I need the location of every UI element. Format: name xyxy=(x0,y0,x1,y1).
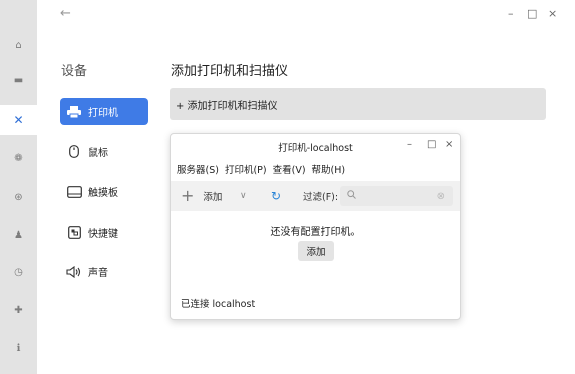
nav-item-printer[interactable]: 打印机 xyxy=(60,98,148,125)
back-icon[interactable]: ← xyxy=(60,6,71,21)
toolbar-add-button[interactable]: + 添加 xyxy=(181,188,222,204)
touchpad-icon xyxy=(66,185,82,199)
dialog-minimize-icon[interactable]: – xyxy=(407,139,412,150)
page-title: 添加打印机和扫描仪 xyxy=(171,64,289,79)
nav-item-label: 打印机 xyxy=(88,108,118,119)
printer-icon xyxy=(66,105,82,119)
filter-input[interactable]: ⊗ xyxy=(340,186,453,206)
datetime-icon[interactable]: ◷ xyxy=(0,262,37,282)
minimize-icon[interactable]: – xyxy=(508,7,514,20)
nav-item-touchpad[interactable]: 触摸板 xyxy=(60,178,148,205)
connection-status: 已连接 localhost xyxy=(181,299,256,310)
shortcut-icon xyxy=(66,226,82,240)
menu-printer[interactable]: 打印机(P) xyxy=(225,162,267,176)
plus-icon: + xyxy=(181,186,195,205)
nav-item-mouse[interactable]: 鼠标 xyxy=(60,138,148,165)
display-icon[interactable]: ▬ xyxy=(0,70,37,90)
menu-help[interactable]: 帮助(H) xyxy=(312,162,346,176)
menu-view[interactable]: 查看(V) xyxy=(273,162,306,176)
mouse-icon xyxy=(66,145,82,159)
dialog-maximize-icon[interactable]: □ xyxy=(427,139,436,150)
toolbar-add-label: 添加 xyxy=(203,192,223,203)
dialog-title: 打印机-localhost xyxy=(278,143,353,154)
nav-item-label: 快捷键 xyxy=(88,229,118,240)
search-icon xyxy=(347,190,356,202)
empty-message: 还没有配置打印机。 xyxy=(270,227,361,238)
toolbar: + 添加 ∨ ↻ 过滤(F): ⊗ xyxy=(171,181,460,211)
nav-item-sound[interactable]: 声音 xyxy=(60,258,148,285)
personalization-icon[interactable]: ❁ xyxy=(0,148,37,168)
chevron-down-icon[interactable]: ∨ xyxy=(240,191,247,201)
add-printer-button[interactable]: 添加 xyxy=(298,241,334,261)
nav-item-label: 触摸板 xyxy=(88,188,118,199)
maximize-icon[interactable]: □ xyxy=(527,7,537,20)
home-icon[interactable]: ⌂ xyxy=(0,35,37,55)
clear-icon[interactable]: ⊗ xyxy=(437,191,445,202)
refresh-icon[interactable]: ↻ xyxy=(271,189,281,203)
nav-title: 设备 xyxy=(61,64,88,79)
printer-dialog: 打印机-localhost – □ × 服务器(S) 打印机(P) 查看(V) … xyxy=(170,133,461,320)
sound-icon xyxy=(66,265,82,279)
add-printer-scanner-button[interactable]: + 添加打印机和扫描仪 xyxy=(170,88,546,120)
network-icon[interactable]: ⊛ xyxy=(0,187,37,207)
accounts-icon[interactable]: ♟ xyxy=(0,225,37,245)
filter-label: 过滤(F): xyxy=(303,192,339,203)
dialog-close-icon[interactable]: × xyxy=(445,139,453,150)
nav-item-label: 声音 xyxy=(88,268,108,279)
info-icon[interactable]: ℹ xyxy=(0,338,37,358)
menu-server[interactable]: 服务器(S) xyxy=(177,162,219,176)
devices-icon[interactable]: ✕ xyxy=(0,105,37,135)
menubar: 服务器(S) 打印机(P) 查看(V) 帮助(H) xyxy=(177,162,345,176)
nav-item-label: 鼠标 xyxy=(88,148,108,159)
update-icon[interactable]: ✚ xyxy=(0,300,37,320)
nav-item-shortcut[interactable]: 快捷键 xyxy=(60,219,148,246)
left-rail: ⌂ ▬ ✕ ❁ ⊛ ♟ ◷ ✚ ℹ xyxy=(0,0,37,374)
close-icon[interactable]: × xyxy=(548,7,557,20)
